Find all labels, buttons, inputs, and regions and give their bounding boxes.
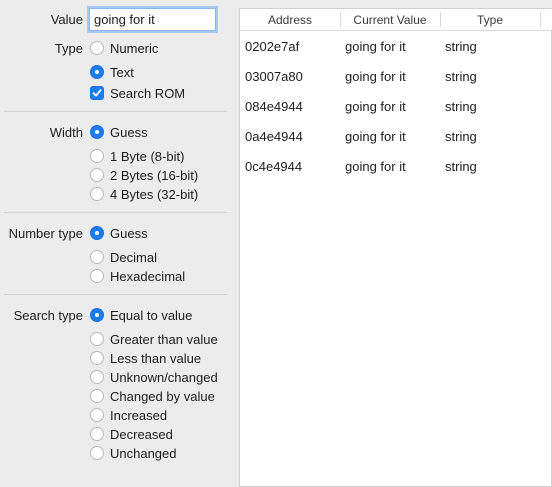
column-header-type[interactable]: Type	[440, 13, 540, 27]
width-4bytes-radio[interactable]	[90, 187, 104, 201]
search-type-greater-radio[interactable]	[90, 332, 104, 346]
address-cell: 0c4e4944	[245, 159, 303, 174]
checkmark-icon	[92, 89, 102, 97]
table-row[interactable]: 0c4e4944 going for it string	[240, 159, 552, 189]
address-cell: 03007a80	[245, 69, 303, 84]
address-cell: 084e4944	[245, 99, 303, 114]
divider	[4, 212, 227, 213]
search-type-equal-radio[interactable]	[90, 308, 104, 322]
search-type-increased-label[interactable]: Increased	[110, 408, 167, 423]
number-type-decimal-label[interactable]: Decimal	[110, 250, 157, 265]
current-value-cell: going for it	[345, 69, 406, 84]
value-input[interactable]: going for it	[89, 8, 216, 31]
search-type-changed-by-radio[interactable]	[90, 389, 104, 403]
type-numeric-radio[interactable]	[90, 41, 104, 55]
search-type-changed-by-label[interactable]: Changed by value	[110, 389, 215, 404]
search-type-unchanged-label[interactable]: Unchanged	[110, 446, 177, 461]
search-type-greater-label[interactable]: Greater than value	[110, 332, 218, 347]
width-guess-radio[interactable]	[90, 125, 104, 139]
number-type-decimal-radio[interactable]	[90, 250, 104, 264]
type-numeric-label[interactable]: Numeric	[110, 41, 158, 56]
search-rom-checkbox[interactable]	[90, 86, 104, 100]
table-header: Address Current Value Type	[240, 9, 552, 31]
search-type-increased-radio[interactable]	[90, 408, 104, 422]
number-type-guess-label[interactable]: Guess	[110, 226, 148, 241]
width-1byte-radio[interactable]	[90, 149, 104, 163]
current-value-cell: going for it	[345, 99, 406, 114]
column-header-address[interactable]: Address	[240, 13, 340, 27]
type-cell: string	[445, 39, 477, 54]
type-cell: string	[445, 69, 477, 84]
current-value-cell: going for it	[345, 39, 406, 54]
table-row[interactable]: 0202e7af going for it string	[240, 39, 552, 69]
number-type-hex-radio[interactable]	[90, 269, 104, 283]
divider	[4, 294, 227, 295]
search-type-unknown-radio[interactable]	[90, 370, 104, 384]
table-row[interactable]: 03007a80 going for it string	[240, 69, 552, 99]
number-type-hex-label[interactable]: Hexadecimal	[110, 269, 185, 284]
width-2bytes-radio[interactable]	[90, 168, 104, 182]
width-1byte-label[interactable]: 1 Byte (8-bit)	[110, 149, 184, 164]
type-cell: string	[445, 99, 477, 114]
current-value-cell: going for it	[345, 129, 406, 144]
table-row[interactable]: 0a4e4944 going for it string	[240, 129, 552, 159]
width-guess-label[interactable]: Guess	[110, 125, 148, 140]
type-cell: string	[445, 129, 477, 144]
width-2bytes-label[interactable]: 2 Bytes (16-bit)	[110, 168, 198, 183]
search-type-less-label[interactable]: Less than value	[110, 351, 201, 366]
search-type-less-radio[interactable]	[90, 351, 104, 365]
results-table[interactable]: Address Current Value Type 0202e7af goin…	[239, 8, 552, 487]
search-type-decreased-label[interactable]: Decreased	[110, 427, 173, 442]
divider	[4, 111, 227, 112]
search-type-unknown-label[interactable]: Unknown/changed	[110, 370, 218, 385]
column-divider[interactable]	[540, 12, 541, 27]
search-type-unchanged-radio[interactable]	[90, 446, 104, 460]
search-options-panel: Value going for it Type Numeric Text Sea…	[0, 0, 232, 487]
type-label: Type	[54, 41, 83, 56]
address-cell: 0202e7af	[245, 39, 300, 54]
search-type-equal-label[interactable]: Equal to value	[110, 308, 192, 323]
type-text-label[interactable]: Text	[110, 65, 134, 80]
value-label: Value	[50, 12, 83, 27]
width-label: Width	[49, 125, 83, 140]
current-value-cell: going for it	[345, 159, 406, 174]
address-cell: 0a4e4944	[245, 129, 303, 144]
search-rom-label[interactable]: Search ROM	[110, 86, 185, 101]
search-type-decreased-radio[interactable]	[90, 427, 104, 441]
width-4bytes-label[interactable]: 4 Bytes (32-bit)	[110, 187, 198, 202]
search-type-label: Search type	[13, 308, 83, 323]
number-type-label: Number type	[8, 226, 83, 241]
column-header-current-value[interactable]: Current Value	[340, 13, 440, 27]
type-cell: string	[445, 159, 477, 174]
type-text-radio[interactable]	[90, 65, 104, 79]
table-row[interactable]: 084e4944 going for it string	[240, 99, 552, 129]
number-type-guess-radio[interactable]	[90, 226, 104, 240]
